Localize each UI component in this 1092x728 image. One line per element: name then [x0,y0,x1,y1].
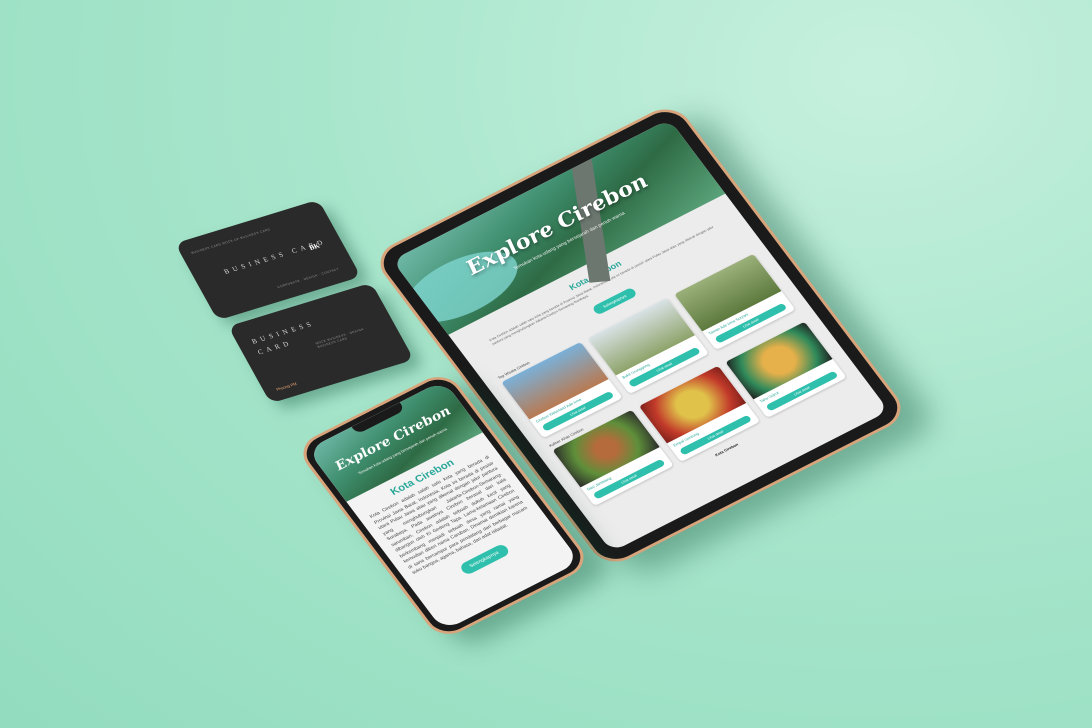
card-details: MOCK BUSINESS · DESIGN · BUSINESS CARD [314,326,368,349]
card-name: Phuong PM [275,381,298,392]
card-tagline: BUSINESS CARD MOCK-UP BUSINESS CARD [190,227,272,255]
card-footer: CORPORATE · DESIGN · CONTACT [276,266,340,290]
mockup-scene: BUSINESS CARD MOCK-UP BUSINESS CARD BUSI… [0,0,1092,728]
